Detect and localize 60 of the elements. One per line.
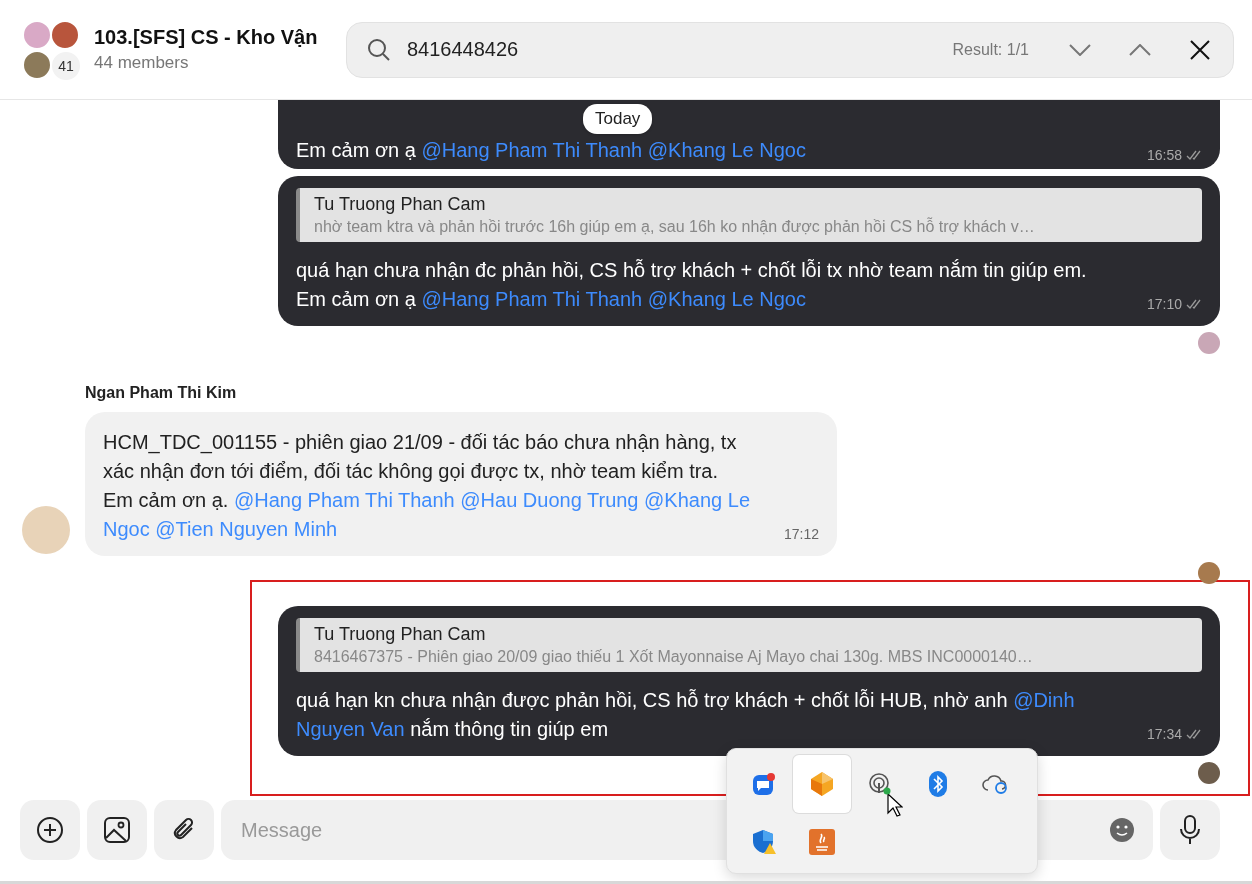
date-divider: Today: [583, 104, 653, 134]
shield-warning-icon[interactable]: [751, 829, 777, 855]
quote-snippet: nhờ team ktra và phản hồi trước 16h giúp em ạ, sau 16h ko nhận được phản hồi CS hỗ trợ khách v…: [314, 218, 1036, 236]
message-time: 17:34: [1146, 726, 1182, 742]
seen-avatar: [1198, 332, 1220, 354]
group-title: 103.[SFS] CS - Kho Vận: [94, 26, 319, 49]
chevron-up-icon: [1129, 43, 1151, 56]
hotspot-icon[interactable]: [868, 772, 892, 796]
mouse-cursor-icon: [887, 793, 903, 817]
mention-link[interactable]: Nguyen Van: [296, 718, 405, 740]
message-time: 17:10: [1146, 296, 1182, 312]
member-count-badge: 41: [50, 49, 82, 82]
microphone-icon: [1180, 815, 1200, 845]
search-icon: [367, 37, 391, 62]
double-check-icon: [1186, 729, 1202, 739]
attach-button[interactable]: [154, 800, 214, 860]
chat-app-icon[interactable]: [752, 772, 776, 796]
image-button[interactable]: [87, 800, 147, 860]
mention-link[interactable]: @Hau Duong Trung: [460, 489, 639, 511]
quoted-message[interactable]: Tu Truong Phan Cam 8416467375 - Phiên giao 20/09 giao thiếu 1 Xốt Mayonnaise Aj Mayo chai 130g. MBS INC0000140…: [296, 618, 1202, 672]
message-text: quá hạn chưa nhận đc phản hồi, CS hỗ trợ khách + chốt lỗi tx nhờ team nắm tin giúp em. Em cảm ơn ạ @Hang Pham Thi Thanh @Khang Le Ngoc: [296, 258, 1087, 312]
mention-link[interactable]: @Hang Pham Thi Thanh: [233, 489, 455, 511]
seen-avatar: [1198, 562, 1220, 584]
mention-link[interactable]: Ngoc: [103, 518, 150, 540]
mention-link[interactable]: @Hang Pham Thi Thanh: [421, 288, 643, 310]
app-logo-icon[interactable]: [810, 771, 834, 797]
mention-link[interactable]: @Khang Le Ngoc: [647, 139, 806, 161]
close-icon: [1190, 39, 1210, 60]
mention-link[interactable]: @Tien Nguyen Minh: [155, 518, 338, 540]
quote-snippet: 8416467375 - Phiên giao 20/09 giao thiếu 1 Xốt Mayonnaise Aj Mayo chai 130g. MBS INC0000140…: [314, 648, 1034, 666]
message-time: 17:12: [783, 526, 819, 542]
double-check-icon: [1186, 299, 1202, 309]
message-text: HCM_TDC_001155 - phiên giao 21/09 - đối tác báo chưa nhận hàng, tx xác nhận đơn tới điểm, đối tác không gọi được tx, nhờ team kiểm tra. Em cảm ơn ạ. @Hang Pham Thi Thanh @Hau Duong Trung @Khang Le Ngoc @Tien Nguyen Minh: [103, 430, 750, 542]
image-icon: [103, 816, 131, 844]
bluetooth-icon[interactable]: [929, 771, 947, 797]
mention-link[interactable]: @Hang Pham Thi Thanh: [421, 139, 643, 161]
quote-author: Tu Truong Phan Cam: [314, 194, 487, 215]
quoted-message[interactable]: Tu Truong Phan Cam nhờ team ktra và phản hồi trước 16h giúp em ạ, sau 16h ko nhận được phản hồi CS hỗ trợ khách v…: [296, 188, 1202, 242]
search-field[interactable]: 8416448426 Result: 1/1: [346, 21, 1234, 78]
sender-name: Ngan Pham Thi Kim: [85, 384, 237, 402]
mention-link[interactable]: @Khang Le Ngoc: [647, 288, 806, 310]
plus-icon: [36, 816, 64, 844]
java-app-icon[interactable]: [809, 829, 835, 855]
mention-link[interactable]: @Dinh: [1013, 689, 1075, 711]
microphone-button[interactable]: [1160, 800, 1220, 860]
message-time: 16:58: [1146, 147, 1182, 163]
message-input[interactable]: Message: [239, 817, 1109, 843]
cloud-sync-icon[interactable]: [982, 773, 1010, 795]
search-result-count: Result: 1/1: [952, 40, 1029, 59]
mention-link[interactable]: @Khang Le: [644, 489, 750, 511]
message-text: quá hạn kn chưa nhận được phản hồi, CS hỗ trợ khách + chốt lỗi HUB, nhờ anh @Dinh Nguyen Van nắm thông tin giúp em: [296, 688, 1075, 742]
search-value: 8416448426: [407, 38, 520, 61]
seen-avatar: [1198, 762, 1220, 784]
emoji-icon[interactable]: [1109, 817, 1135, 843]
quote-author: Tu Truong Phan Cam: [314, 624, 487, 645]
add-button[interactable]: [20, 800, 80, 860]
member-count: 44 members: [94, 53, 190, 73]
message-text: Em cảm ơn ạ @Hang Pham Thi Thanh @Khang Le Ngoc: [296, 138, 806, 163]
chevron-down-icon: [1069, 43, 1091, 56]
double-check-icon: [1186, 150, 1202, 160]
